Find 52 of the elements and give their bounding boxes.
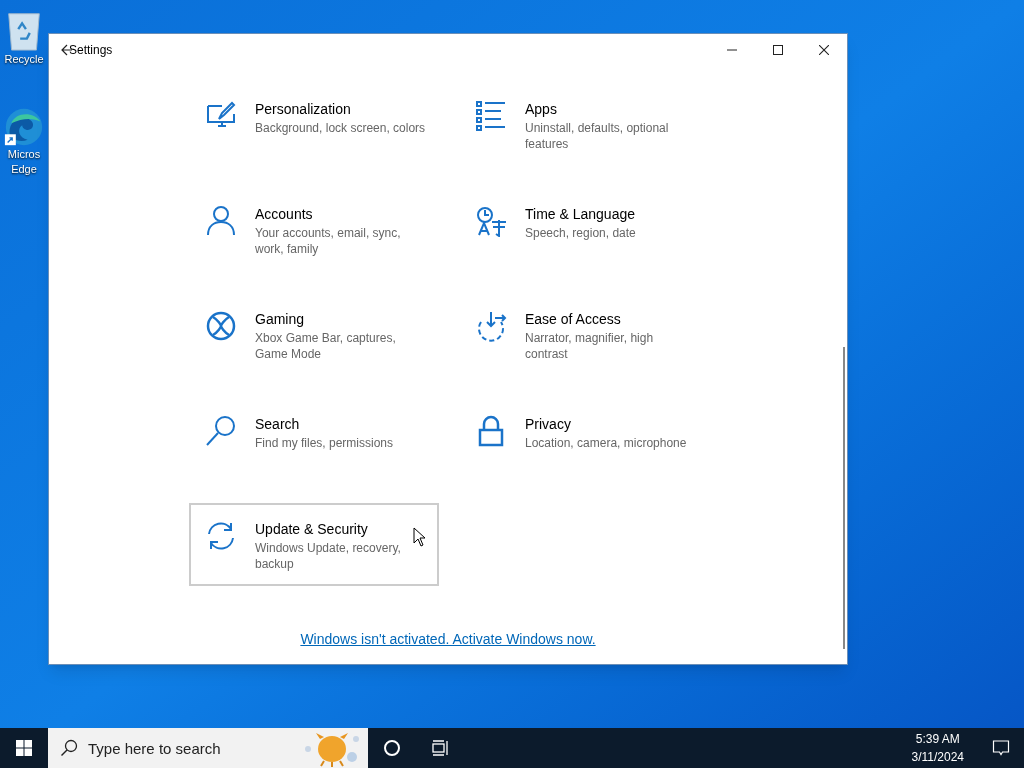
desktop-icon-label: Micros bbox=[7, 147, 41, 162]
settings-category-tile[interactable]: Ease of Access Narrator, magnifier, high contrast bbox=[459, 293, 709, 376]
category-title: Search bbox=[255, 415, 300, 434]
maximize-icon bbox=[773, 45, 783, 55]
search-field[interactable]: Type here to search bbox=[48, 728, 368, 768]
category-description: Uninstall, defaults, optional features bbox=[525, 120, 670, 152]
category-title: Privacy bbox=[525, 415, 571, 434]
edge-browser-icon[interactable] bbox=[4, 107, 44, 147]
clock-date[interactable]: 3/11/2024 bbox=[911, 748, 964, 766]
category-description: Location, camera, microphone bbox=[525, 435, 687, 451]
category-title: Update & Security bbox=[255, 520, 368, 539]
category-description: Xbox Game Bar, captures, Game Mode bbox=[255, 330, 397, 362]
category-description: Find my files, permissions bbox=[255, 435, 394, 451]
settings-category-tile[interactable]: Search Find my files, permissions bbox=[189, 398, 439, 481]
category-title: Personalization bbox=[255, 100, 351, 119]
person-icon bbox=[205, 205, 237, 237]
settings-category-tile[interactable]: Update & Security Windows Update, recovery, backup bbox=[189, 503, 439, 586]
category-title: Accounts bbox=[255, 205, 313, 224]
settings-category-tile[interactable]: Privacy Location, camera, microphone bbox=[459, 398, 709, 481]
category-description: Your accounts, email, sync, work, family bbox=[255, 225, 402, 257]
category-title: Gaming bbox=[255, 310, 305, 329]
search-icon bbox=[60, 739, 78, 757]
notification-icon[interactable] bbox=[992, 739, 1010, 757]
close-icon bbox=[819, 45, 829, 55]
category-description: Background, lock screen, colors bbox=[255, 120, 426, 136]
cortana-icon[interactable] bbox=[383, 739, 401, 757]
sync-arrows-icon bbox=[205, 520, 237, 552]
category-description: Narrator, magnifier, high contrast bbox=[525, 330, 655, 362]
desktop-icon-label: Recycle bbox=[4, 52, 44, 67]
task-view-icon[interactable] bbox=[431, 739, 449, 757]
clock-letters-icon bbox=[475, 205, 507, 237]
scrollbar[interactable] bbox=[843, 347, 845, 649]
dashed-circle-icon bbox=[475, 310, 507, 342]
search-icon bbox=[205, 415, 237, 447]
settings-category-tile[interactable]: Apps Uninstall, defaults, optional features bbox=[459, 83, 709, 166]
desktop-icon-label: Edge bbox=[11, 162, 37, 177]
settings-category-tile[interactable]: Accounts Your accounts, email, sync, work, family bbox=[189, 188, 439, 271]
clock-time[interactable]: 5:39 AM bbox=[915, 730, 960, 748]
xbox-icon bbox=[205, 310, 237, 342]
category-title: Apps bbox=[525, 100, 557, 119]
category-title: Ease of Access bbox=[525, 310, 621, 329]
category-description: Speech, region, date bbox=[525, 225, 636, 241]
settings-category-tile[interactable]: Time & Language Speech, region, date bbox=[459, 188, 709, 271]
activate-windows-link[interactable]: Windows isn't activated. Activate Windows now. bbox=[300, 629, 596, 650]
mouse-pointer-icon bbox=[413, 527, 426, 547]
category-title: Time & Language bbox=[525, 205, 635, 224]
category-description: Windows Update, recovery, backup bbox=[255, 540, 402, 572]
window-title: Settings bbox=[69, 42, 113, 59]
start-icon[interactable] bbox=[16, 740, 32, 756]
list-icon bbox=[475, 100, 507, 132]
settings-category-tile[interactable]: Personalization Background, lock screen, colors bbox=[189, 83, 439, 166]
settings-category-tile[interactable]: Gaming Xbox Game Bar, captures, Game Mode bbox=[189, 293, 439, 376]
